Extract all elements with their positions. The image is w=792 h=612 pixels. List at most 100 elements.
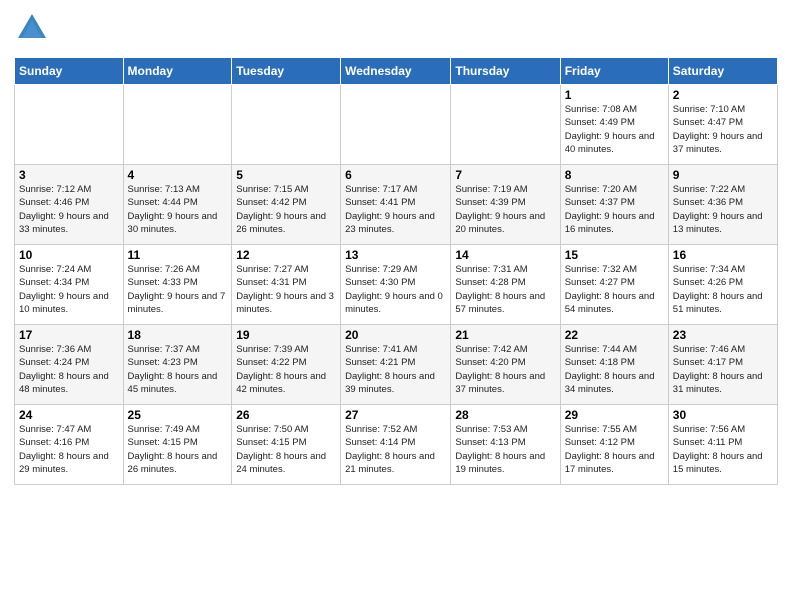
day-detail: Sunrise: 7:46 AMSunset: 4:17 PMDaylight:… <box>673 343 773 396</box>
day-cell: 19Sunrise: 7:39 AMSunset: 4:22 PMDayligh… <box>232 325 341 405</box>
day-cell: 16Sunrise: 7:34 AMSunset: 4:26 PMDayligh… <box>668 245 777 325</box>
week-row-1: 1Sunrise: 7:08 AMSunset: 4:49 PMDaylight… <box>15 85 778 165</box>
day-cell: 4Sunrise: 7:13 AMSunset: 4:44 PMDaylight… <box>123 165 232 245</box>
day-number: 16 <box>673 248 773 262</box>
day-cell <box>341 85 451 165</box>
day-number: 23 <box>673 328 773 342</box>
day-number: 25 <box>128 408 228 422</box>
day-detail: Sunrise: 7:13 AMSunset: 4:44 PMDaylight:… <box>128 183 228 236</box>
col-header-tuesday: Tuesday <box>232 58 341 85</box>
day-number: 10 <box>19 248 119 262</box>
day-number: 27 <box>345 408 446 422</box>
week-row-4: 17Sunrise: 7:36 AMSunset: 4:24 PMDayligh… <box>15 325 778 405</box>
day-detail: Sunrise: 7:24 AMSunset: 4:34 PMDaylight:… <box>19 263 119 316</box>
day-cell: 23Sunrise: 7:46 AMSunset: 4:17 PMDayligh… <box>668 325 777 405</box>
col-header-saturday: Saturday <box>668 58 777 85</box>
day-detail: Sunrise: 7:29 AMSunset: 4:30 PMDaylight:… <box>345 263 446 316</box>
day-cell: 18Sunrise: 7:37 AMSunset: 4:23 PMDayligh… <box>123 325 232 405</box>
day-number: 20 <box>345 328 446 342</box>
calendar: SundayMondayTuesdayWednesdayThursdayFrid… <box>14 57 778 485</box>
day-cell: 20Sunrise: 7:41 AMSunset: 4:21 PMDayligh… <box>341 325 451 405</box>
day-cell: 30Sunrise: 7:56 AMSunset: 4:11 PMDayligh… <box>668 405 777 485</box>
day-number: 11 <box>128 248 228 262</box>
header <box>14 10 778 51</box>
day-cell <box>123 85 232 165</box>
day-cell: 2Sunrise: 7:10 AMSunset: 4:47 PMDaylight… <box>668 85 777 165</box>
day-detail: Sunrise: 7:41 AMSunset: 4:21 PMDaylight:… <box>345 343 446 396</box>
day-number: 6 <box>345 168 446 182</box>
week-row-2: 3Sunrise: 7:12 AMSunset: 4:46 PMDaylight… <box>15 165 778 245</box>
day-cell: 15Sunrise: 7:32 AMSunset: 4:27 PMDayligh… <box>560 245 668 325</box>
day-detail: Sunrise: 7:52 AMSunset: 4:14 PMDaylight:… <box>345 423 446 476</box>
day-cell: 24Sunrise: 7:47 AMSunset: 4:16 PMDayligh… <box>15 405 124 485</box>
day-detail: Sunrise: 7:31 AMSunset: 4:28 PMDaylight:… <box>455 263 555 316</box>
col-header-friday: Friday <box>560 58 668 85</box>
day-detail: Sunrise: 7:19 AMSunset: 4:39 PMDaylight:… <box>455 183 555 236</box>
day-cell: 25Sunrise: 7:49 AMSunset: 4:15 PMDayligh… <box>123 405 232 485</box>
day-detail: Sunrise: 7:34 AMSunset: 4:26 PMDaylight:… <box>673 263 773 316</box>
day-detail: Sunrise: 7:49 AMSunset: 4:15 PMDaylight:… <box>128 423 228 476</box>
day-detail: Sunrise: 7:47 AMSunset: 4:16 PMDaylight:… <box>19 423 119 476</box>
day-cell <box>15 85 124 165</box>
day-detail: Sunrise: 7:42 AMSunset: 4:20 PMDaylight:… <box>455 343 555 396</box>
day-number: 22 <box>565 328 664 342</box>
day-number: 17 <box>19 328 119 342</box>
day-number: 24 <box>19 408 119 422</box>
day-number: 13 <box>345 248 446 262</box>
day-cell: 13Sunrise: 7:29 AMSunset: 4:30 PMDayligh… <box>341 245 451 325</box>
logo <box>14 10 54 51</box>
day-detail: Sunrise: 7:56 AMSunset: 4:11 PMDaylight:… <box>673 423 773 476</box>
day-number: 19 <box>236 328 336 342</box>
day-number: 12 <box>236 248 336 262</box>
day-detail: Sunrise: 7:36 AMSunset: 4:24 PMDaylight:… <box>19 343 119 396</box>
day-detail: Sunrise: 7:50 AMSunset: 4:15 PMDaylight:… <box>236 423 336 476</box>
day-cell <box>232 85 341 165</box>
day-number: 7 <box>455 168 555 182</box>
day-detail: Sunrise: 7:53 AMSunset: 4:13 PMDaylight:… <box>455 423 555 476</box>
day-detail: Sunrise: 7:10 AMSunset: 4:47 PMDaylight:… <box>673 103 773 156</box>
day-detail: Sunrise: 7:08 AMSunset: 4:49 PMDaylight:… <box>565 103 664 156</box>
calendar-header: SundayMondayTuesdayWednesdayThursdayFrid… <box>15 58 778 85</box>
day-cell: 6Sunrise: 7:17 AMSunset: 4:41 PMDaylight… <box>341 165 451 245</box>
col-header-monday: Monday <box>123 58 232 85</box>
day-number: 1 <box>565 88 664 102</box>
page-container: SundayMondayTuesdayWednesdayThursdayFrid… <box>0 0 792 495</box>
day-cell: 22Sunrise: 7:44 AMSunset: 4:18 PMDayligh… <box>560 325 668 405</box>
day-number: 15 <box>565 248 664 262</box>
day-number: 21 <box>455 328 555 342</box>
week-row-5: 24Sunrise: 7:47 AMSunset: 4:16 PMDayligh… <box>15 405 778 485</box>
day-detail: Sunrise: 7:32 AMSunset: 4:27 PMDaylight:… <box>565 263 664 316</box>
day-detail: Sunrise: 7:22 AMSunset: 4:36 PMDaylight:… <box>673 183 773 236</box>
day-number: 30 <box>673 408 773 422</box>
day-cell: 7Sunrise: 7:19 AMSunset: 4:39 PMDaylight… <box>451 165 560 245</box>
col-header-sunday: Sunday <box>15 58 124 85</box>
day-cell: 5Sunrise: 7:15 AMSunset: 4:42 PMDaylight… <box>232 165 341 245</box>
day-cell: 29Sunrise: 7:55 AMSunset: 4:12 PMDayligh… <box>560 405 668 485</box>
day-cell: 17Sunrise: 7:36 AMSunset: 4:24 PMDayligh… <box>15 325 124 405</box>
day-cell: 28Sunrise: 7:53 AMSunset: 4:13 PMDayligh… <box>451 405 560 485</box>
day-cell: 21Sunrise: 7:42 AMSunset: 4:20 PMDayligh… <box>451 325 560 405</box>
day-number: 14 <box>455 248 555 262</box>
day-detail: Sunrise: 7:55 AMSunset: 4:12 PMDaylight:… <box>565 423 664 476</box>
day-detail: Sunrise: 7:37 AMSunset: 4:23 PMDaylight:… <box>128 343 228 396</box>
day-cell: 3Sunrise: 7:12 AMSunset: 4:46 PMDaylight… <box>15 165 124 245</box>
day-cell: 14Sunrise: 7:31 AMSunset: 4:28 PMDayligh… <box>451 245 560 325</box>
day-cell: 1Sunrise: 7:08 AMSunset: 4:49 PMDaylight… <box>560 85 668 165</box>
day-number: 26 <box>236 408 336 422</box>
day-number: 28 <box>455 408 555 422</box>
day-cell: 26Sunrise: 7:50 AMSunset: 4:15 PMDayligh… <box>232 405 341 485</box>
day-detail: Sunrise: 7:27 AMSunset: 4:31 PMDaylight:… <box>236 263 336 316</box>
col-header-thursday: Thursday <box>451 58 560 85</box>
day-detail: Sunrise: 7:12 AMSunset: 4:46 PMDaylight:… <box>19 183 119 236</box>
day-number: 9 <box>673 168 773 182</box>
day-cell: 9Sunrise: 7:22 AMSunset: 4:36 PMDaylight… <box>668 165 777 245</box>
day-number: 29 <box>565 408 664 422</box>
day-cell: 27Sunrise: 7:52 AMSunset: 4:14 PMDayligh… <box>341 405 451 485</box>
day-cell <box>451 85 560 165</box>
day-cell: 12Sunrise: 7:27 AMSunset: 4:31 PMDayligh… <box>232 245 341 325</box>
day-number: 18 <box>128 328 228 342</box>
col-header-wednesday: Wednesday <box>341 58 451 85</box>
day-cell: 10Sunrise: 7:24 AMSunset: 4:34 PMDayligh… <box>15 245 124 325</box>
day-detail: Sunrise: 7:26 AMSunset: 4:33 PMDaylight:… <box>128 263 228 316</box>
day-detail: Sunrise: 7:44 AMSunset: 4:18 PMDaylight:… <box>565 343 664 396</box>
